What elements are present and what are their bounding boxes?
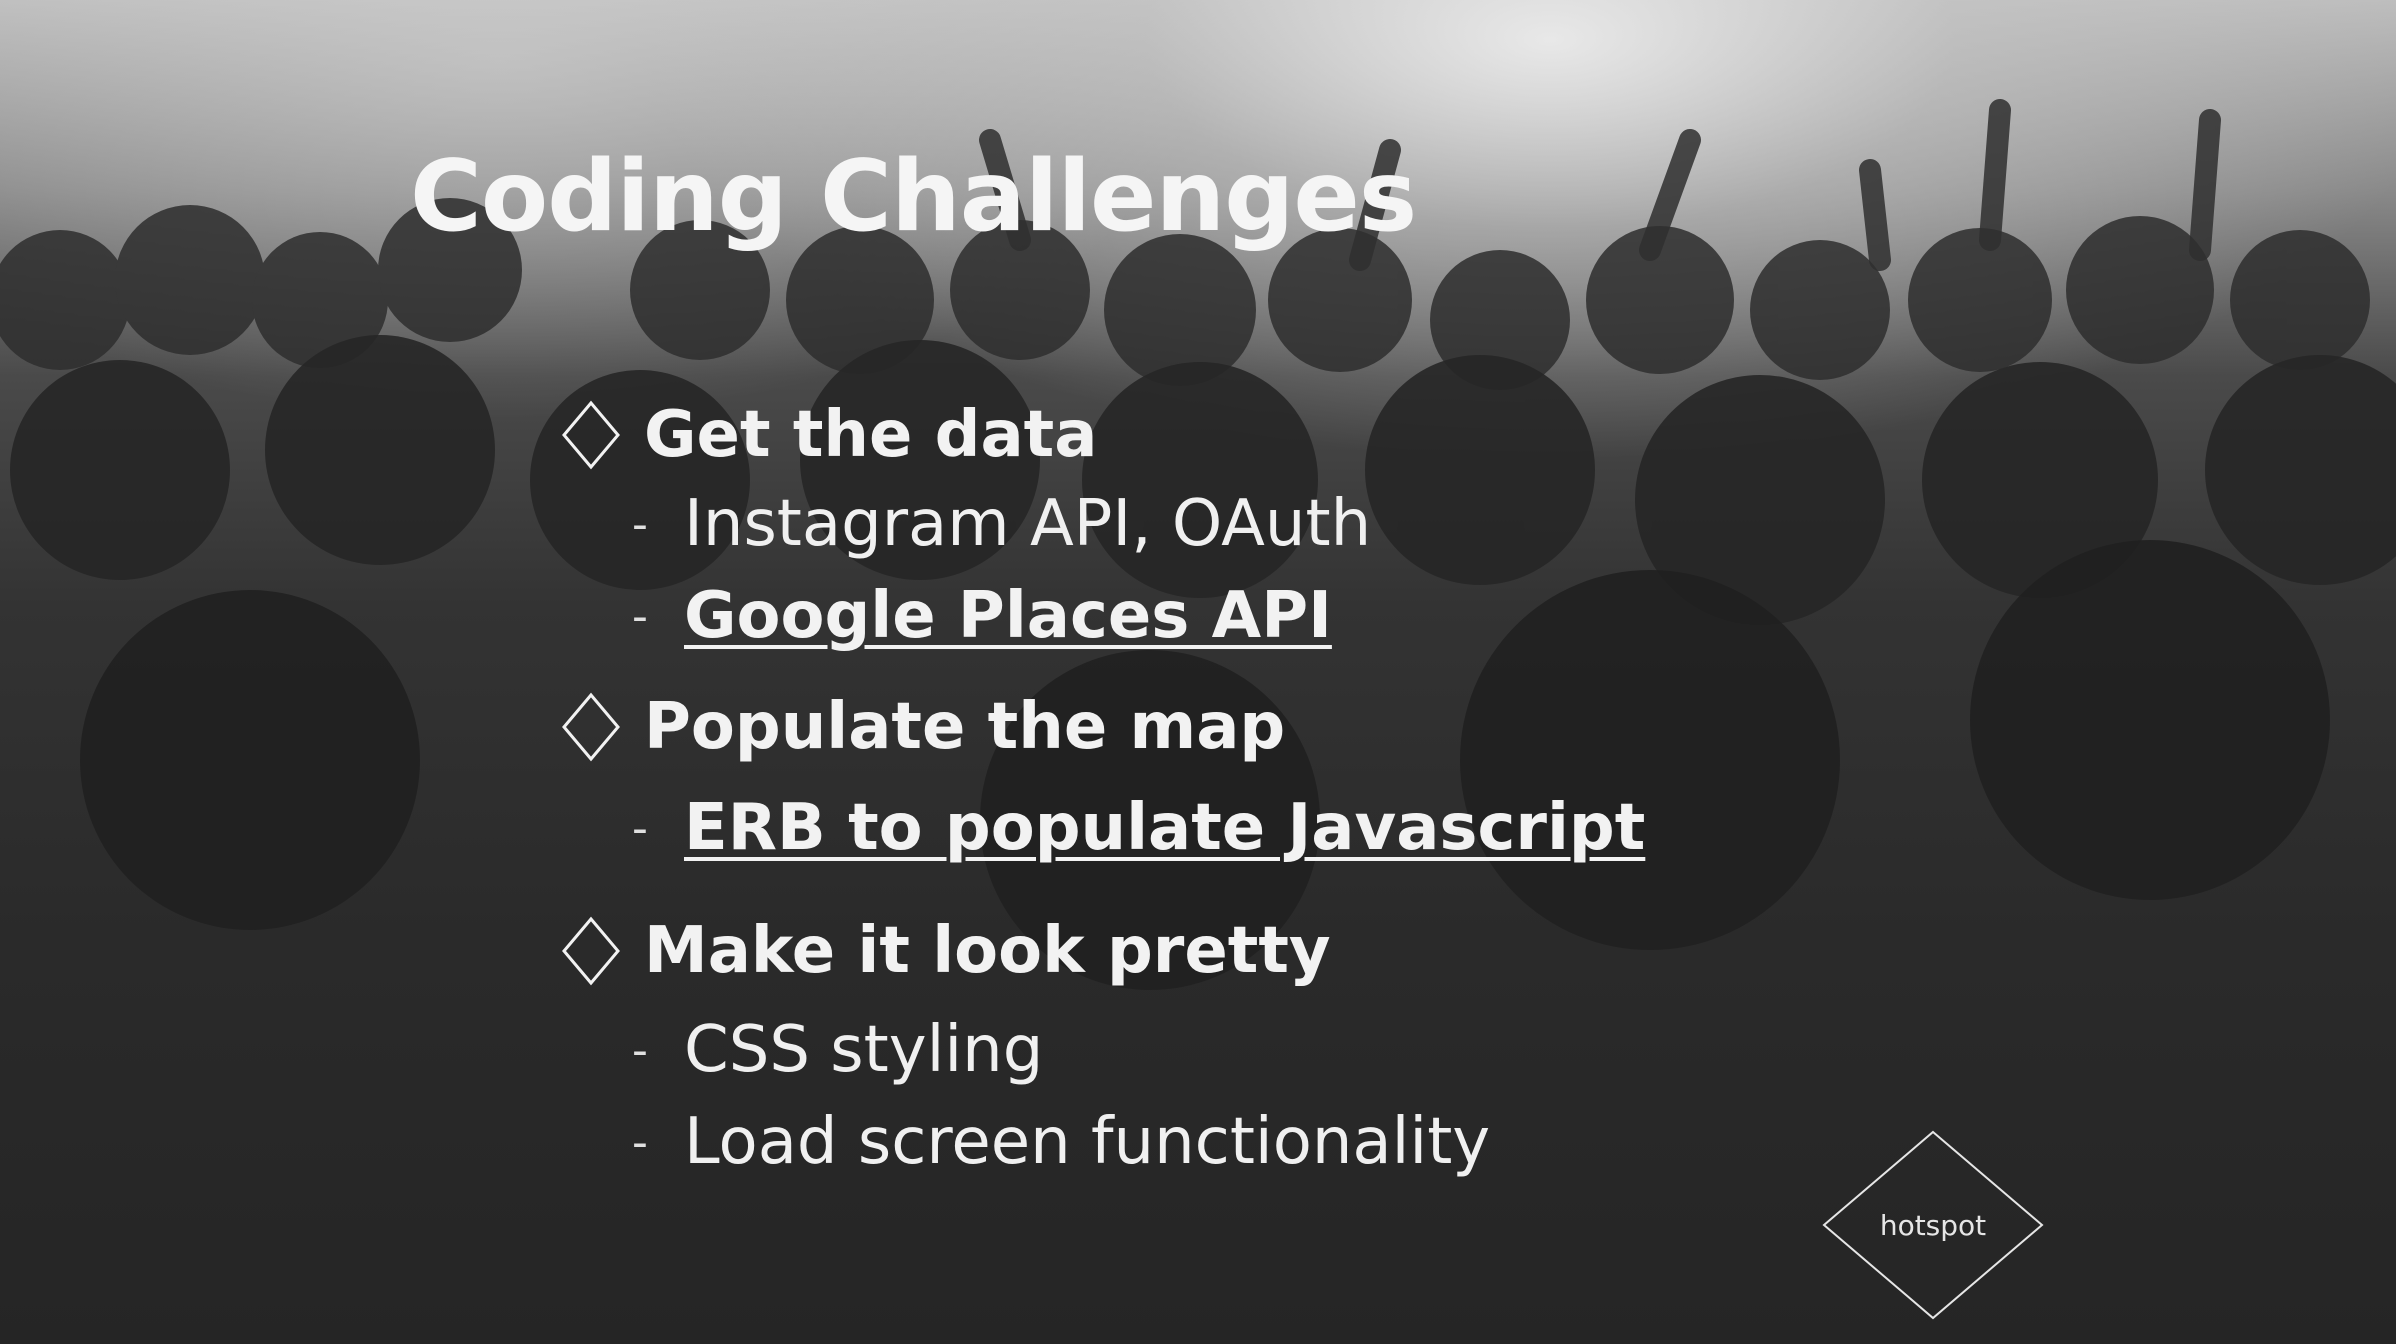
dash-marker: - xyxy=(632,1024,648,1076)
diamond-outline-icon xyxy=(562,400,620,470)
bullet-heading: Make it look pretty xyxy=(644,914,1331,988)
sub-item-erb: - ERB to populate Javascript xyxy=(632,788,1645,868)
sub-item-css-styling: - CSS styling xyxy=(632,1010,1043,1090)
erb-javascript-link[interactable]: ERB to populate Javascript xyxy=(684,791,1645,865)
bullet-make-it-look-pretty: Make it look pretty xyxy=(560,906,1331,996)
bullet-heading: Get the data xyxy=(644,398,1098,472)
sub-item-text: Load screen functionality xyxy=(684,1105,1491,1179)
bullet-get-the-data: Get the data xyxy=(560,390,1097,480)
sub-item-text: Instagram API, OAuth xyxy=(684,487,1372,561)
sub-item-google-places: - Google Places API xyxy=(632,576,1332,656)
sub-item-load-screen: - Load screen functionality xyxy=(632,1102,1490,1182)
bullet-populate-the-map: Populate the map xyxy=(560,682,1285,772)
dash-marker: - xyxy=(632,498,648,550)
sub-item-instagram: - Instagram API, OAuth xyxy=(632,484,1371,564)
bullet-heading: Populate the map xyxy=(644,690,1286,764)
diamond-outline-icon xyxy=(562,692,620,762)
slide-title: Coding Challenges xyxy=(410,140,1417,254)
slide: Coding Challenges Get the data - Instagr… xyxy=(0,0,2396,1344)
sub-item-text: CSS styling xyxy=(684,1013,1044,1087)
google-places-api-link[interactable]: Google Places API xyxy=(684,579,1332,653)
logo-text: hotspot xyxy=(1879,1208,1987,1242)
dash-marker: - xyxy=(632,1116,648,1168)
hotspot-logo: hotspot xyxy=(1822,1130,2044,1320)
dash-marker: - xyxy=(632,590,648,642)
dash-marker: - xyxy=(632,802,648,854)
diamond-outline-icon xyxy=(562,916,620,986)
